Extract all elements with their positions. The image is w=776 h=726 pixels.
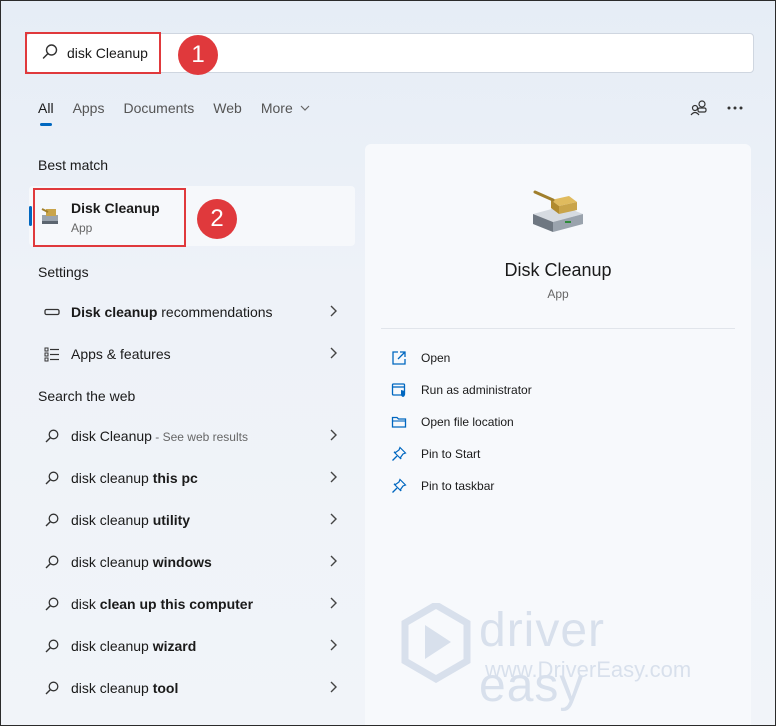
web-result-item[interactable]: disk Cleanup - See web results [38,422,348,452]
web-result-bold: this pc [152,470,198,486]
web-result-bold: tool [152,680,179,696]
web-result-item[interactable]: disk clean up this computer [38,590,348,620]
settings-item-disk-cleanup-recommendations[interactable]: Disk cleanup recommendations [38,298,348,328]
chevron-right-icon [330,305,337,317]
search-icon [45,681,59,695]
highlight-box-search [25,32,161,74]
watermark-url: www.DriverEasy.com [485,657,692,682]
panel-divider [381,328,735,329]
search-icon [45,555,59,569]
start-search-window: disk Cleanup 1 All Apps Documents Web Mo… [0,0,776,726]
disk-cleanup-large-icon [533,190,583,232]
web-result-bold: windows [152,554,212,570]
web-result-suffix: - See web results [151,430,248,444]
chevron-down-icon [300,105,310,111]
chevron-right-icon [330,513,337,525]
section-settings: Settings [38,264,89,280]
settings-item-apps-features[interactable]: Apps & features [38,340,348,370]
web-result-bold: utility [152,512,191,528]
settings-item-label: Apps & features [71,346,171,362]
web-result-text: disk cleanup [71,554,153,570]
list-icon [44,347,59,362]
web-result-item[interactable]: disk cleanup this pc [38,464,348,494]
callout-1: 1 [178,35,218,75]
tab-more[interactable]: More [261,100,310,116]
settings-item-rest: recommendations [157,304,273,320]
web-result-item[interactable]: disk cleanup utility [38,506,348,536]
tab-more-label: More [260,100,293,116]
search-icon [45,471,59,485]
action-label: Open [421,351,451,365]
tab-documents[interactable]: Documents [123,100,194,116]
selection-indicator [29,206,32,226]
action-label: Pin to Start [421,447,481,461]
chevron-right-icon [330,471,337,483]
action-label: Run as administrator [421,383,532,397]
section-best-match: Best match [38,157,109,173]
chevron-right-icon [330,639,337,651]
chevron-right-icon [330,681,337,693]
highlight-box-best-match [33,188,186,247]
people-icon[interactable] [689,98,709,118]
web-result-item[interactable]: disk cleanup windows [38,548,348,578]
driver-easy-logo-icon [401,603,471,683]
web-result-bold: clean up this computer [99,596,254,612]
section-search-web: Search the web [38,388,136,404]
tab-web[interactable]: Web [213,100,242,116]
action-label: Pin to taskbar [421,479,495,493]
web-result-text: disk cleanup [71,512,153,528]
ellipsis-icon[interactable] [725,98,745,118]
settings-item-bold: Disk cleanup [71,304,158,320]
filter-tabs: All Apps Documents Web More [38,100,329,116]
open-external-icon [392,351,406,365]
web-result-text: disk cleanup [71,470,153,486]
chevron-right-icon [330,347,337,359]
search-icon [45,513,59,527]
panel-app-title: Disk Cleanup [504,260,612,280]
callout-2: 2 [197,199,237,239]
search-icon [45,639,59,653]
web-result-text: disk [71,596,100,612]
search-icon [45,429,59,443]
web-result-text: disk cleanup [71,680,153,696]
pin-icon [392,478,407,493]
web-result-text: disk cleanup [71,638,153,654]
chevron-right-icon [330,429,337,441]
active-tab-indicator [40,123,52,126]
panel-app-subtitle: App [547,287,569,301]
action-label: Open file location [421,415,514,429]
shield-window-icon [391,383,406,397]
chevron-right-icon [330,597,337,609]
web-result-bold: wizard [152,638,197,654]
chevron-right-icon [330,555,337,567]
storage-icon [44,308,60,316]
web-result-item[interactable]: disk cleanup wizard [38,632,348,662]
search-icon [45,597,59,611]
web-result-item[interactable]: disk cleanup tool [38,674,348,704]
folder-icon [391,416,407,428]
tab-apps[interactable]: Apps [73,100,105,116]
pin-icon [392,446,407,461]
web-result-text: disk Cleanup [71,428,152,444]
tab-all[interactable]: All [38,100,54,116]
